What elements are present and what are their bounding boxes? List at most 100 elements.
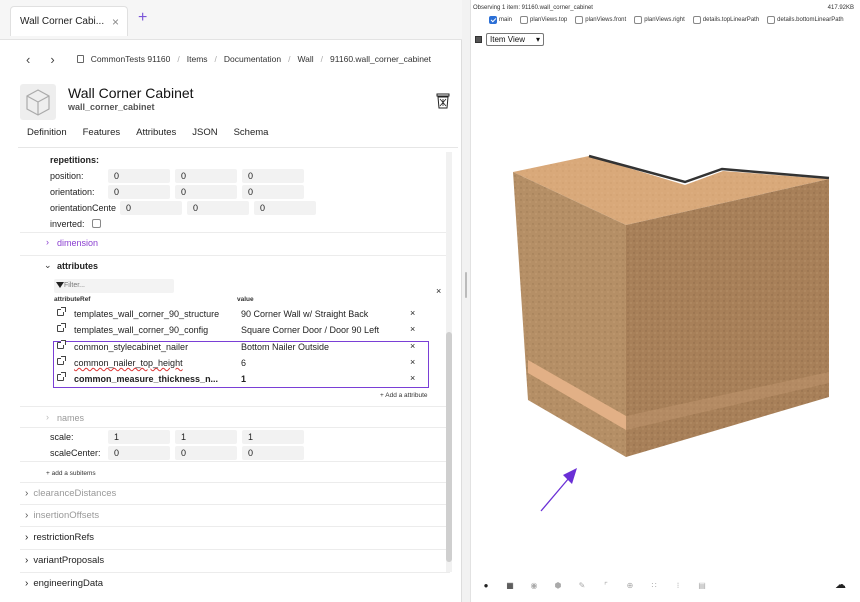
section-restriction-refs[interactable]: › restrictionRefs — [25, 532, 94, 543]
tab-schema[interactable]: Schema — [234, 127, 269, 138]
attribute-value[interactable]: 1 — [241, 374, 246, 384]
divider — [20, 232, 450, 233]
filter-placeholder: Filter... — [64, 282, 86, 289]
orientation-center-z-input[interactable]: 0 — [254, 201, 316, 215]
grid-icon[interactable]: ▦ — [501, 579, 519, 591]
divider — [20, 549, 450, 550]
scale-center-y-input[interactable]: 0 — [175, 446, 237, 460]
attributes-heading[interactable]: attributes — [57, 261, 98, 271]
section-variant-proposals[interactable]: › variantProposals — [25, 555, 104, 566]
new-tab-button[interactable]: + — [138, 9, 147, 27]
external-link-icon[interactable] — [57, 356, 66, 365]
external-link-icon[interactable] — [57, 372, 66, 381]
trash-icon[interactable] — [436, 93, 450, 109]
column-header-ref: attributeRef — [54, 296, 91, 303]
column-header-value: value — [237, 296, 254, 303]
add-subitems-button[interactable]: + add a subitems — [46, 470, 96, 477]
attribute-value[interactable]: 90 Corner Wall w/ Straight Back — [241, 309, 368, 319]
external-link-icon[interactable] — [57, 307, 66, 316]
tab-definition[interactable]: Definition — [27, 127, 67, 138]
splitter-grip-icon[interactable] — [465, 272, 467, 298]
image-icon[interactable]: ▤ — [693, 579, 711, 591]
divider — [20, 406, 450, 407]
attribute-value[interactable]: Square Corner Door / Door 90 Left — [241, 325, 379, 335]
crop-icon[interactable]: ⌜ — [597, 579, 615, 591]
forward-arrow-icon[interactable]: › — [50, 52, 54, 67]
tab-attributes[interactable]: Attributes — [136, 127, 176, 138]
attribute-row: common_nailer_top_height 6 × — [54, 356, 434, 372]
section-insertion-offsets[interactable]: › insertionOffsets — [25, 510, 99, 521]
tab-features[interactable]: Features — [83, 127, 121, 138]
orientation-x-input[interactable]: 0 — [108, 185, 170, 199]
attribute-value[interactable]: 6 — [241, 358, 246, 368]
chevron-right-icon: › — [25, 510, 29, 521]
attributes-filter-input[interactable]: Filter... — [54, 279, 174, 293]
orientation-y-input[interactable]: 0 — [175, 185, 237, 199]
position-z-input[interactable]: 0 — [242, 169, 304, 183]
close-tab-icon[interactable]: × — [112, 15, 119, 29]
target-icon[interactable]: ⊕ — [621, 579, 639, 591]
names-section[interactable]: names — [57, 413, 84, 423]
breadcrumb-items[interactable]: Items — [187, 54, 208, 64]
vertical-scrollbar[interactable] — [446, 152, 452, 572]
document-tab[interactable]: Wall Corner Cabi... × — [10, 6, 128, 36]
chevron-down-icon[interactable]: ⌄ — [44, 260, 52, 271]
cloud-download-icon[interactable]: ☁ — [835, 578, 846, 591]
scale-z-input[interactable]: 1 — [242, 430, 304, 444]
inverted-checkbox[interactable] — [92, 219, 101, 228]
scrollbar-thumb[interactable] — [446, 332, 452, 562]
scale-x-input[interactable]: 1 — [108, 430, 170, 444]
scale-y-input[interactable]: 1 — [175, 430, 237, 444]
scale-center-z-input[interactable]: 0 — [242, 446, 304, 460]
back-arrow-icon[interactable]: ‹ — [26, 52, 30, 67]
attribute-ref[interactable]: templates_wall_corner_90_structure — [74, 309, 219, 319]
scale-center-x-input[interactable]: 0 — [108, 446, 170, 460]
section-engineering-data[interactable]: › engineeringData — [25, 578, 103, 589]
external-link-icon[interactable] — [57, 340, 66, 349]
divider — [20, 572, 450, 573]
remove-attribute-icon[interactable]: × — [410, 341, 415, 351]
attribute-ref[interactable]: common_stylecabinet_nailer — [74, 342, 188, 352]
attribute-value[interactable]: Bottom Nailer Outside — [241, 342, 329, 352]
chevron-right-icon[interactable]: › — [46, 237, 49, 247]
tab-json[interactable]: JSON — [192, 127, 217, 138]
item-header: Wall Corner Cabinet wall_corner_cabinet — [20, 84, 460, 122]
chevron-right-icon[interactable]: › — [46, 412, 49, 422]
remove-attribute-icon[interactable]: × — [410, 357, 415, 367]
orientation-center-x-input[interactable]: 0 — [120, 201, 182, 215]
pane-splitter[interactable] — [462, 0, 470, 602]
dimension-section[interactable]: dimension — [57, 238, 98, 248]
book-icon — [76, 55, 84, 63]
position-label: position: — [50, 171, 84, 181]
palette-icon[interactable]: ● — [477, 579, 495, 591]
attribute-ref[interactable]: common_measure_thickness_n... — [74, 374, 218, 384]
position-x-input[interactable]: 0 — [108, 169, 170, 183]
orientation-center-y-input[interactable]: 0 — [187, 201, 249, 215]
orientation-z-input[interactable]: 0 — [242, 185, 304, 199]
breadcrumb-separator: / — [288, 54, 291, 64]
remove-attribute-icon[interactable]: × — [410, 373, 415, 383]
add-attribute-button[interactable]: + Add a attribute — [380, 392, 428, 399]
breadcrumb-documentation[interactable]: Documentation — [224, 54, 281, 64]
orbit-icon[interactable]: ◉ — [525, 579, 543, 591]
external-link-icon[interactable] — [57, 323, 66, 332]
attribute-ref[interactable]: common_nailer_top_height — [74, 358, 183, 368]
remove-attribute-icon[interactable]: × — [410, 308, 415, 318]
pencil-icon[interactable]: ✎ — [573, 579, 591, 591]
document-tab-title: Wall Corner Cabi... — [20, 16, 105, 27]
position-y-input[interactable]: 0 — [175, 169, 237, 183]
hierarchy-icon[interactable]: ⁝ — [669, 579, 687, 591]
attribute-ref[interactable]: templates_wall_corner_90_config — [74, 325, 208, 335]
clear-filter-icon[interactable]: × — [436, 286, 441, 296]
definition-form: repetitions: position: 0 0 0 orientation… — [20, 152, 450, 602]
3d-viewport[interactable] — [471, 0, 860, 602]
section-clearance-distances[interactable]: › clearanceDistances — [25, 488, 116, 499]
breadcrumb-wall[interactable]: Wall — [297, 54, 313, 64]
dots-icon[interactable]: ∷ — [645, 579, 663, 591]
page-subtitle: wall_corner_cabinet — [68, 102, 155, 112]
breadcrumb-separator: / — [214, 54, 217, 64]
viewer-toolbar: ● ▦ ◉ ⬢ ✎ ⌜ ⊕ ∷ ⁝ ▤ — [477, 578, 857, 592]
breadcrumb-project[interactable]: CommonTests 91160 — [91, 54, 171, 64]
remove-attribute-icon[interactable]: × — [410, 324, 415, 334]
cube-view-icon[interactable]: ⬢ — [549, 579, 567, 591]
